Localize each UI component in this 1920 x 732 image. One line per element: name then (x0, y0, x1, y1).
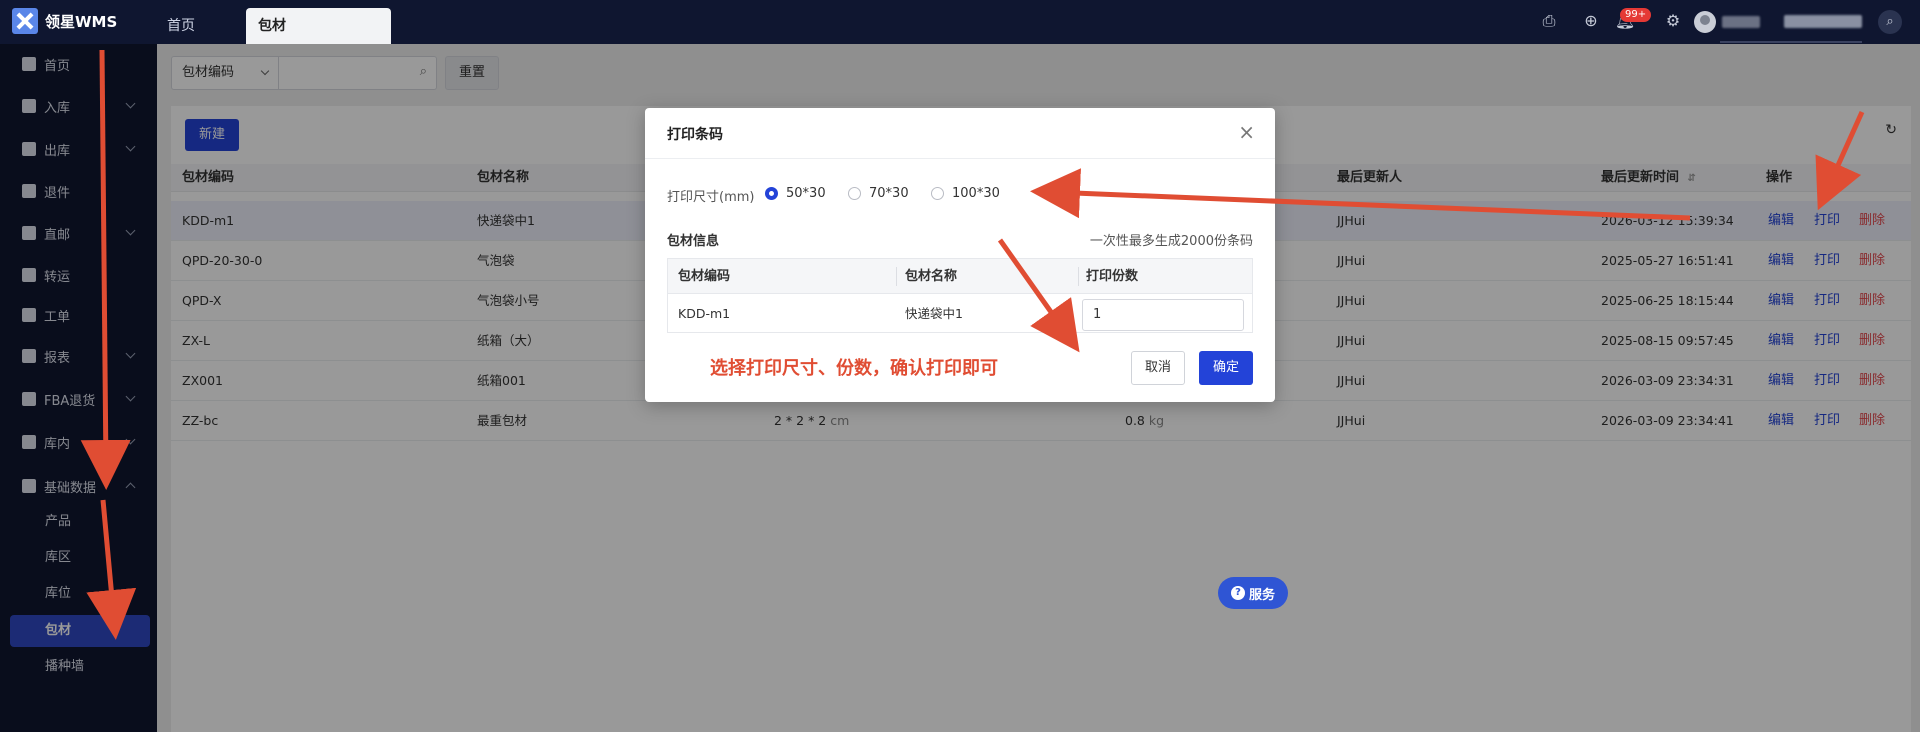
column-header-name: 包材名称 (905, 269, 958, 284)
inbox-icon[interactable]: ⎙ (1538, 10, 1560, 32)
column-header-copies: 打印份数 (1086, 269, 1139, 284)
cancel-button[interactable]: 取消 (1131, 351, 1185, 385)
size-option-100x30[interactable]: 100*30 (931, 186, 1000, 201)
download-icon[interactable]: ⊕ (1580, 10, 1602, 32)
divider (645, 158, 1275, 159)
avatar[interactable] (1694, 11, 1716, 33)
size-option-label: 100*30 (952, 186, 1000, 201)
row-code: KDD-m1 (678, 306, 731, 321)
instruction-annotation: 选择打印尺寸、份数，确认打印即可 (710, 358, 998, 379)
logo-icon (12, 8, 38, 34)
radio-icon[interactable] (931, 187, 944, 200)
user-name-redacted (1722, 16, 1760, 28)
table-header: 包材编码 包材名称 打印份数 (668, 259, 1252, 294)
top-bar: 领星WMS 首页 包材 ⎙ ⊕ 🔔︎ 99+ ⚙ ⌕ (0, 0, 1920, 44)
notification-badge: 99+ (1620, 8, 1652, 22)
packaging-info-label: 包材信息 (667, 234, 720, 249)
radio-selected-icon[interactable] (765, 187, 778, 200)
global-search-icon[interactable]: ⌕ (1878, 10, 1902, 34)
print-size-label: 打印尺寸(mm) (667, 190, 755, 205)
company-name-redacted[interactable] (1784, 15, 1862, 28)
service-label: 服务 (1248, 587, 1275, 603)
radio-icon[interactable] (848, 187, 861, 200)
column-header-code: 包材编码 (678, 269, 731, 284)
copies-input[interactable]: 1 (1082, 299, 1244, 331)
size-option-50x30[interactable]: 50*30 (765, 186, 826, 201)
service-button[interactable]: ? 服务 (1218, 577, 1288, 609)
app-title: 领星WMS (45, 12, 118, 31)
print-items-table: 包材编码 包材名称 打印份数 KDD-m1 快递袋中1 1 (667, 258, 1253, 333)
column-divider (896, 267, 897, 286)
tab-home[interactable]: 首页 (155, 8, 245, 44)
user-underline (1720, 41, 1862, 43)
app-logo[interactable]: 领星WMS (12, 8, 117, 34)
close-icon[interactable]: × (1238, 120, 1255, 144)
size-option-label: 70*30 (869, 186, 909, 201)
size-option-label: 50*30 (786, 186, 826, 201)
help-icon: ? (1230, 586, 1245, 600)
print-barcode-dialog: 打印条码 × 打印尺寸(mm) 50*30 70*30 100*30 包材信息 … (645, 108, 1275, 402)
dialog-title: 打印条码 (667, 127, 723, 143)
tab-packaging[interactable]: 包材 (246, 8, 391, 44)
gear-icon[interactable]: ⚙ (1662, 10, 1684, 32)
confirm-button[interactable]: 确定 (1199, 351, 1253, 385)
column-divider (1078, 267, 1079, 286)
print-limit-note: 一次性最多生成2000份条码 (1089, 234, 1253, 249)
row-name: 快递袋中1 (905, 306, 963, 321)
size-option-70x30[interactable]: 70*30 (848, 186, 909, 201)
